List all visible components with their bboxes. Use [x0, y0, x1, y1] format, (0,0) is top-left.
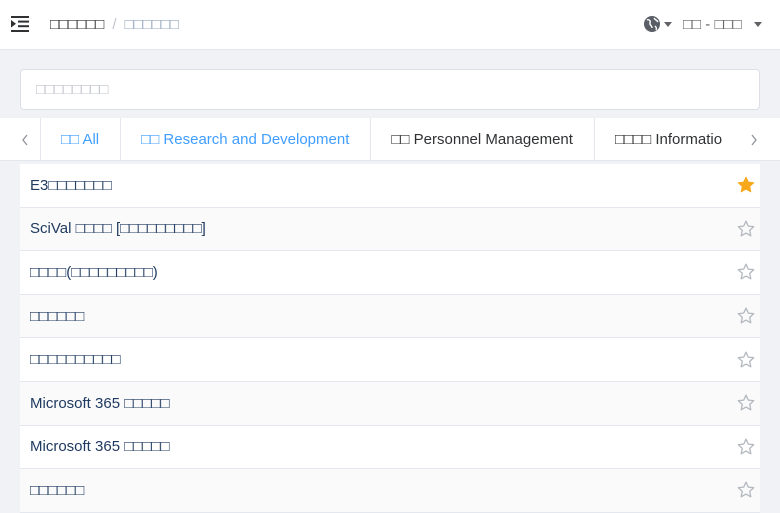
- service-name[interactable]: Microsoft 365 □□□□□: [30, 438, 170, 455]
- breadcrumb-separator: /: [112, 16, 117, 33]
- tabs-scroll-left-button[interactable]: [15, 118, 35, 160]
- language-switcher[interactable]: [643, 15, 672, 33]
- chevron-down-icon: [664, 21, 672, 27]
- breadcrumb-item-home[interactable]: □□□□□□: [50, 16, 104, 33]
- star-outline-icon[interactable]: [737, 307, 755, 325]
- service-row[interactable]: Microsoft 365 □□□□□: [20, 381, 760, 426]
- service-name[interactable]: □□□□(□□□□□□□□□): [30, 264, 158, 281]
- tab-information[interactable]: □□□□ Informatio: [593, 118, 740, 160]
- service-name[interactable]: □□□□□□: [30, 308, 84, 325]
- chevron-down-icon: [753, 22, 762, 27]
- star-outline-icon[interactable]: [737, 220, 755, 238]
- tabs-scroll-right-button[interactable]: [744, 118, 764, 160]
- star-filled-icon[interactable]: [737, 176, 755, 194]
- tab-research-and-development[interactable]: □□ Research and Development: [120, 118, 370, 160]
- chevron-right-icon: [751, 134, 757, 145]
- service-row[interactable]: □□□□(□□□□□□□□□): [20, 251, 760, 295]
- chevron-left-icon: [22, 134, 28, 145]
- star-outline-icon[interactable]: [737, 394, 755, 412]
- tab-personnel-management[interactable]: □□ Personnel Management: [370, 118, 594, 160]
- tabs-scroll-area: □□ All □□ Research and Development □□ Pe…: [40, 118, 740, 160]
- globe-icon: [644, 16, 660, 32]
- sidebar-toggle-icon[interactable]: [11, 16, 29, 32]
- top-navbar: □□□□□□ / □□□□□□ □□ - □□□: [0, 0, 780, 50]
- service-name[interactable]: □□□□□□: [30, 482, 84, 499]
- star-outline-icon[interactable]: [737, 351, 755, 369]
- service-name[interactable]: SciVal □□□□ [□□□□□□□□□]: [30, 220, 206, 237]
- star-outline-icon[interactable]: [737, 263, 755, 281]
- service-row[interactable]: □□□□□□□□□□: [20, 338, 760, 382]
- tabs-list: □□ All □□ Research and Development □□ Pe…: [40, 118, 740, 160]
- tab-all[interactable]: □□ All: [40, 118, 121, 160]
- star-outline-icon[interactable]: [737, 481, 755, 499]
- service-row[interactable]: E3□□□□□□□: [20, 164, 760, 208]
- user-menu[interactable]: □□ - □□□: [683, 16, 762, 33]
- service-search-input[interactable]: [20, 69, 760, 110]
- star-outline-icon[interactable]: [737, 438, 755, 456]
- user-name: □□ - □□□: [683, 16, 742, 33]
- service-name[interactable]: □□□□□□□□□□: [30, 351, 121, 368]
- category-tabs: □□ All □□ Research and Development □□ Pe…: [0, 118, 780, 161]
- service-row[interactable]: □□□□□□: [20, 469, 760, 513]
- service-row[interactable]: □□□□□□: [20, 294, 760, 339]
- service-row[interactable]: SciVal □□□□ [□□□□□□□□□]: [20, 207, 760, 252]
- service-name[interactable]: Microsoft 365 □□□□□: [30, 395, 170, 412]
- service-list: E3□□□□□□□ SciVal □□□□ [□□□□□□□□□] □□□□(□□□…: [20, 164, 760, 513]
- breadcrumb-item-current: □□□□□□: [124, 16, 179, 33]
- service-name[interactable]: E3□□□□□□□: [30, 177, 112, 194]
- service-row[interactable]: Microsoft 365 □□□□□: [20, 425, 760, 470]
- breadcrumb: □□□□□□ / □□□□□□: [50, 16, 179, 33]
